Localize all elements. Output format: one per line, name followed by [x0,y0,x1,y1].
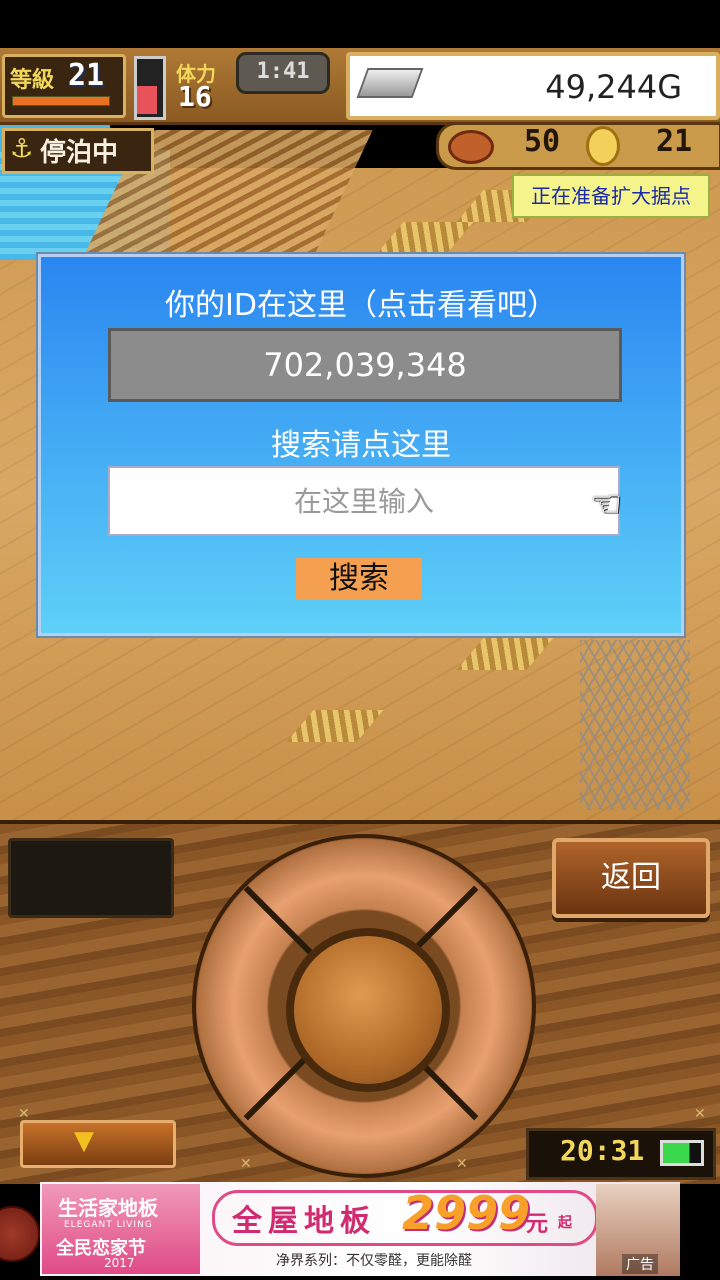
level-value: 21 [68,58,105,93]
floating-assistant-button[interactable] [0,1206,40,1262]
search-label: 搜索请点这里 [271,428,451,463]
ad-footer-text: 净界系列：不仅零醛，更能除醛 [276,1253,472,1269]
search-input[interactable] [108,466,620,536]
level-label: 等級 [10,68,55,93]
search-button[interactable]: 搜索 [296,558,422,600]
timer-display: 1:41 [236,52,330,94]
resource-2-value: 21 [656,124,693,159]
bolt-icon: ✕ [694,1106,706,1122]
anchor-icon: ⚓ [10,134,34,164]
ad-brand-name: 生活家地板 [58,1196,158,1220]
console-screen [8,838,174,918]
bolt-icon: ✕ [18,1106,30,1122]
ad-brand-sub: ELEGANT LIVING [64,1220,153,1230]
expansion-notice[interactable]: 正在准备扩大据点 [512,174,710,218]
medal-coin-icon [586,126,620,166]
rope-net [580,640,690,810]
stamina-value: 16 [178,80,212,113]
top-status-strip [0,0,720,48]
ad-price-suffix: 起 [558,1215,572,1231]
silver-bar-icon [356,68,424,98]
stamina-gauge-fill [137,86,157,114]
clock-time: 20:31 [560,1134,645,1167]
pointing-hand-icon: ☜ [590,484,623,525]
gold-amount: 49,244G [545,68,682,106]
player-id-display[interactable]: 702,039,348 [108,328,622,402]
ad-price: 2999 [402,1186,531,1240]
docked-status-text: 停泊中 [40,138,119,168]
battery-icon [660,1140,704,1166]
resource-1-value: 50 [524,124,561,159]
down-arrow-icon: ▼ [74,1126,94,1156]
bolt-icon: ✕ [456,1156,468,1172]
ad-headline: 全屋地板 [232,1204,376,1239]
ad-year: 2017 [104,1256,135,1270]
wheel-center-button[interactable] [286,928,450,1092]
food-resource-icon [448,130,494,164]
experience-bar [12,96,110,106]
menu-toggle-button[interactable] [20,1120,176,1168]
dialog-title: 你的ID在这里（点击看看吧） [165,288,557,323]
back-button[interactable]: 返回 [552,838,710,918]
bolt-icon: ✕ [240,1156,252,1172]
ad-label: 广告 [622,1254,658,1274]
ad-price-unit: 元 [526,1212,549,1237]
